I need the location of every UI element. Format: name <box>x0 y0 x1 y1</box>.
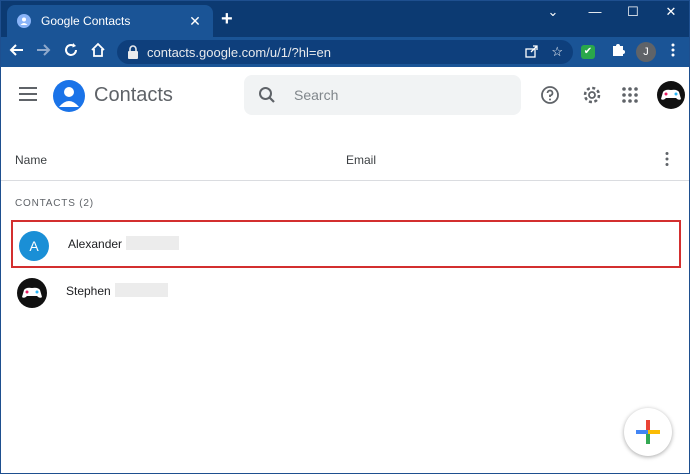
extension-check-icon[interactable]: ✔ <box>581 45 595 59</box>
new-tab-button[interactable]: + <box>221 9 233 29</box>
redacted-surname <box>126 236 179 250</box>
tab-title: Google Contacts <box>41 14 131 28</box>
search-icon[interactable] <box>258 86 276 104</box>
gamepad-icon <box>22 287 42 298</box>
share-icon[interactable] <box>525 44 539 61</box>
contact-avatar <box>17 278 47 308</box>
browser-toolbar: contacts.google.com/u/1/?hl=en ☆ ✔ J <box>1 37 689 67</box>
lock-icon <box>128 45 138 59</box>
url-text: contacts.google.com/u/1/?hl=en <box>147 44 331 60</box>
bookmark-star-icon[interactable]: ☆ <box>551 44 563 60</box>
main-menu-icon[interactable] <box>19 87 37 101</box>
address-bar[interactable]: contacts.google.com/u/1/?hl=en ☆ <box>117 40 573 64</box>
maximize-button[interactable]: ☐ <box>619 4 647 20</box>
contact-avatar: A <box>19 231 49 261</box>
contact-name: Stephen <box>66 284 111 298</box>
help-icon[interactable] <box>540 85 560 105</box>
extensions-puzzle-icon[interactable] <box>608 42 628 62</box>
contact-row-stephen[interactable]: Stephen <box>11 269 681 317</box>
reload-icon[interactable] <box>61 42 81 62</box>
settings-gear-icon[interactable] <box>582 85 602 105</box>
redacted-surname <box>115 283 168 297</box>
search-input[interactable] <box>294 87 494 103</box>
plus-icon <box>636 420 660 444</box>
profile-avatar[interactable]: J <box>636 42 656 62</box>
create-contact-button[interactable] <box>624 408 672 456</box>
minimize-button[interactable]: — <box>581 4 609 19</box>
account-avatar[interactable] <box>657 81 685 109</box>
gamepad-icon <box>661 89 681 100</box>
contact-row-alexander[interactable]: A Alexander <box>11 220 681 268</box>
contacts-table-header: Name Email <box>1 141 689 181</box>
column-header-name[interactable]: Name <box>15 153 47 167</box>
contacts-section-label: CONTACTS (2) <box>15 198 94 209</box>
more-vertical-icon[interactable] <box>661 151 673 167</box>
tab-strip: Google Contacts ✕ + ⌄ — ☐ ✕ <box>1 1 689 37</box>
apps-grid-icon[interactable] <box>620 85 640 105</box>
home-icon[interactable] <box>88 42 108 62</box>
tab-close-icon[interactable]: ✕ <box>187 13 203 30</box>
browser-tab[interactable]: Google Contacts ✕ <box>7 5 213 37</box>
browser-window: Google Contacts ✕ + ⌄ — ☐ ✕ contacts.goo… <box>0 0 690 474</box>
contacts-favicon-icon <box>17 14 31 28</box>
app-header: Contacts <box>1 67 689 123</box>
column-header-email[interactable]: Email <box>346 153 376 167</box>
close-window-button[interactable]: ✕ <box>657 4 685 20</box>
forward-arrow-icon[interactable] <box>33 42 53 62</box>
contacts-logo-icon[interactable] <box>53 80 85 112</box>
browser-menu-icon[interactable] <box>663 42 683 62</box>
search-box[interactable] <box>244 75 521 115</box>
back-arrow-icon[interactable] <box>7 42 27 62</box>
app-title: Contacts <box>94 84 173 106</box>
contact-name: Alexander <box>68 237 123 251</box>
tab-search-icon[interactable]: ⌄ <box>539 4 567 20</box>
